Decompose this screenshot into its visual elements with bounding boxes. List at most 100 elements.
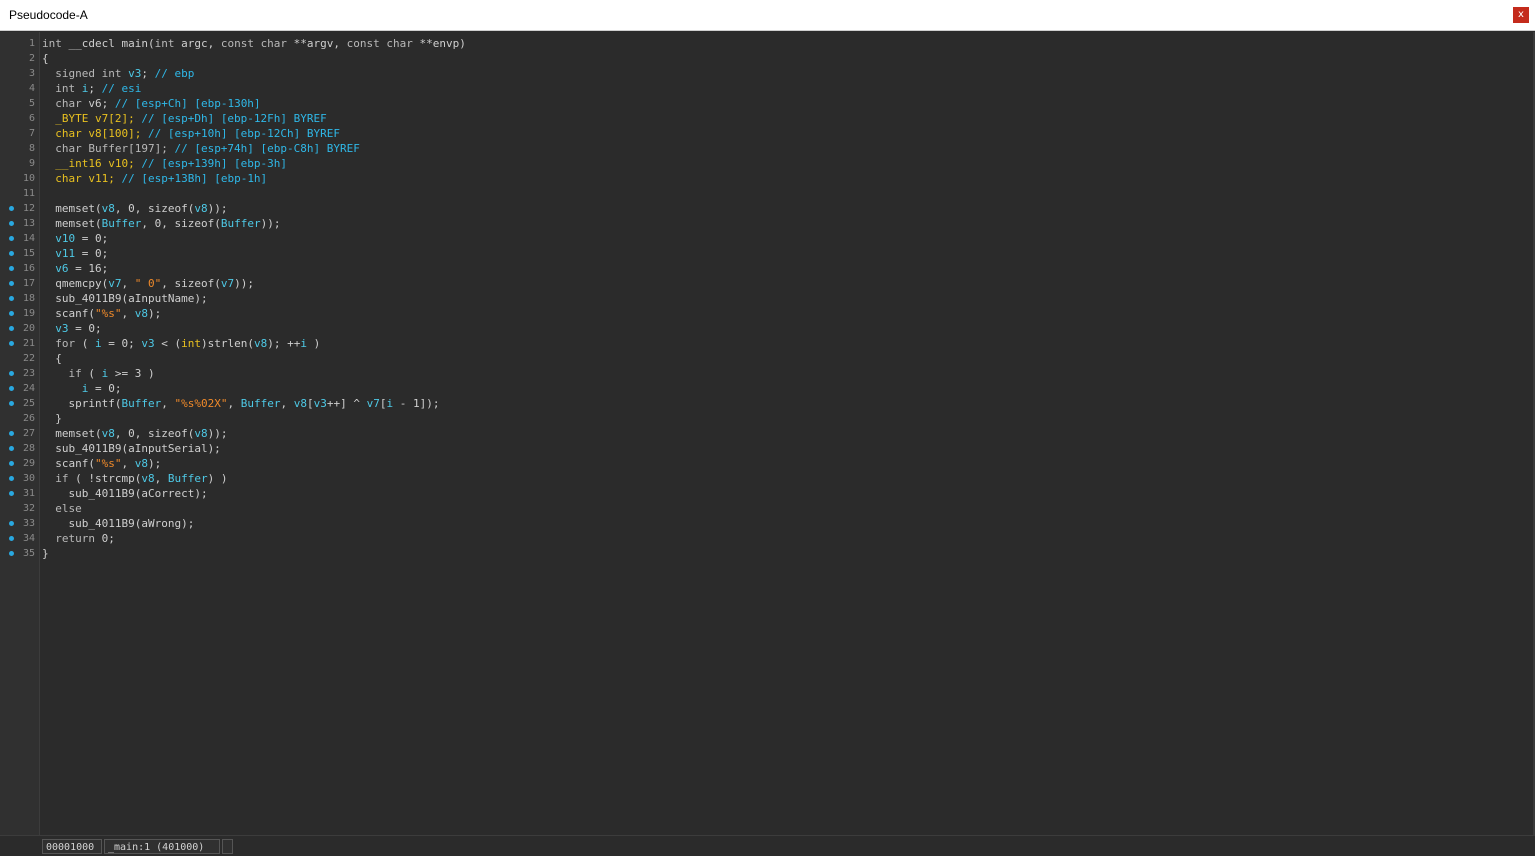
code-line[interactable]: 32 else [23,501,1535,516]
code-line[interactable]: 12 memset(v8, 0, sizeof(v8)); [9,201,1535,216]
code-token: , 0, sizeof( [114,202,195,215]
code-line[interactable]: 18 sub_4011B9(aInputName); [9,291,1535,306]
code-text: __int16 v10; // [esp+139h] [ebp-3h] [42,156,287,171]
code-line[interactable]: 4 int i; // esi [29,81,1535,96]
breakpoint-dot-icon[interactable] [9,446,14,451]
code-token: **envp) [412,37,466,50]
status-bar: 00001000 _main:1 (401000) [0,835,1535,856]
breakpoint-dot-icon[interactable] [9,341,14,346]
code-token: v8 [134,307,148,320]
code-token: )); [207,202,228,215]
title-bar[interactable]: Pseudocode-A x [0,0,1535,31]
code-token: = 0; [75,232,109,245]
breakpoint-dot-icon[interactable] [9,551,14,556]
line-number: 24 [22,383,35,394]
code-line[interactable]: 16 v6 = 16; [9,261,1535,276]
code-text: _BYTE v7[2]; // [esp+Dh] [ebp-12Fh] BYRE… [42,111,327,126]
code-token: // [esp+Dh] [ebp-12Fh] BYREF [141,112,327,125]
code-token: _BYTE v7[2]; [42,112,142,125]
function-location: _main:1 (401000) [104,839,220,854]
code-line[interactable]: 24 i = 0; [9,381,1535,396]
code-line[interactable]: 17 qmemcpy(v7, " 0", sizeof(v7)); [9,276,1535,291]
breakpoint-dot-icon[interactable] [9,206,14,211]
code-token: ); [147,457,162,470]
code-line[interactable]: 7 char v8[100]; // [esp+10h] [ebp-12Ch] … [29,126,1535,141]
breakpoint-dot-icon[interactable] [9,491,14,496]
code-token: v7 [366,397,380,410]
close-button[interactable]: x [1513,7,1529,23]
code-line[interactable]: 27 memset(v8, 0, sizeof(v8)); [9,426,1535,441]
breakpoint-dot-icon[interactable] [9,431,14,436]
code-line[interactable]: 28 sub_4011B9(aInputSerial); [9,441,1535,456]
breakpoint-dot-icon[interactable] [9,251,14,256]
code-line[interactable]: 22 { [23,351,1535,366]
code-line[interactable]: 14 v10 = 0; [9,231,1535,246]
line-number: 27 [22,428,35,439]
code-token: sub_4011B9(aInputSerial); [42,442,221,455]
code-token: " 0" [134,277,162,290]
code-line[interactable]: 9 __int16 v10; // [esp+139h] [ebp-3h] [29,156,1535,171]
code-token: v3 [313,397,327,410]
breakpoint-dot-icon[interactable] [9,266,14,271]
window-title: Pseudocode-A [9,8,88,22]
code-token: __int16 v10; [42,157,142,170]
code-line[interactable]: 33 sub_4011B9(aWrong); [9,516,1535,531]
code-text: int __cdecl main(int argc, const char **… [42,36,466,51]
breakpoint-dot-icon[interactable] [9,236,14,241]
code-token: // [esp+74h] [ebp-C8h] BYREF [174,142,360,155]
code-line[interactable]: 21 for ( i = 0; v3 < (int)strlen(v8); ++… [9,336,1535,351]
code-line[interactable]: 1 int __cdecl main(int argc, const char *… [29,36,1535,51]
code-line[interactable]: 31 sub_4011B9(aCorrect); [9,486,1535,501]
code-token: , [227,397,241,410]
code-token: )); [260,217,281,230]
code-line[interactable]: 26 } [23,411,1535,426]
code-line[interactable]: 30 if ( !strcmp(v8, Buffer) ) [9,471,1535,486]
line-number: 33 [22,518,35,529]
code-token: Buffer [101,217,142,230]
breakpoint-dot-icon[interactable] [9,371,14,376]
code-token: sub_4011B9(aWrong); [42,517,195,530]
code-line[interactable]: 2{ [29,51,1535,66]
code-token: // ebp [154,67,195,80]
line-number: 28 [22,443,35,454]
code-line[interactable]: 35} [9,546,1535,561]
code-line[interactable]: 34 return 0; [9,531,1535,546]
breakpoint-dot-icon[interactable] [9,326,14,331]
code-line[interactable]: 23 if ( i >= 3 ) [9,366,1535,381]
code-token: char v8[100]; [42,127,148,140]
breakpoint-dot-icon[interactable] [9,311,14,316]
breakpoint-dot-icon[interactable] [9,221,14,226]
code-line[interactable]: 13 memset(Buffer, 0, sizeof(Buffer)); [9,216,1535,231]
breakpoint-dot-icon[interactable] [9,536,14,541]
code-line[interactable]: 5 char v6; // [esp+Ch] [ebp-130h] [29,96,1535,111]
code-line[interactable]: 11 [23,186,1535,201]
code-text: v3 = 0; [42,321,101,336]
breakpoint-dot-icon[interactable] [9,281,14,286]
code-text: v10 = 0; [42,231,108,246]
code-token: for [42,337,76,350]
code-line[interactable]: 20 v3 = 0; [9,321,1535,336]
breakpoint-dot-icon[interactable] [9,386,14,391]
breakpoint-dot-icon[interactable] [9,401,14,406]
code-line[interactable]: 6 _BYTE v7[2]; // [esp+Dh] [ebp-12Fh] BY… [29,111,1535,126]
code-line[interactable]: 19 scanf("%s", v8); [9,306,1535,321]
code-line[interactable]: 25 sprintf(Buffer, "%s%02X", Buffer, v8[… [9,396,1535,411]
breakpoint-dot-icon[interactable] [9,476,14,481]
line-number: 12 [22,203,35,214]
code-line[interactable]: 29 scanf("%s", v8); [9,456,1535,471]
code-area[interactable]: 1 int __cdecl main(int argc, const char *… [9,36,1535,561]
code-token: , 0, sizeof( [141,217,221,230]
code-token: )strlen( [201,337,254,350]
code-token: i [42,382,89,395]
breakpoint-dot-icon[interactable] [9,296,14,301]
code-token: Buffer [220,217,261,230]
breakpoint-dot-icon[interactable] [9,461,14,466]
code-line[interactable]: 3 signed int v3; // ebp [29,66,1535,81]
code-token: v8 [101,202,115,215]
breakpoint-dot-icon[interactable] [9,521,14,526]
pseudocode-editor[interactable]: 1 int __cdecl main(int argc, const char *… [0,32,1535,835]
code-token: )); [207,427,228,440]
code-line[interactable]: 15 v11 = 0; [9,246,1535,261]
code-line[interactable]: 10 char v11; // [esp+13Bh] [ebp-1h] [23,171,1535,186]
code-line[interactable]: 8 char Buffer[197]; // [esp+74h] [ebp-C8… [29,141,1535,156]
